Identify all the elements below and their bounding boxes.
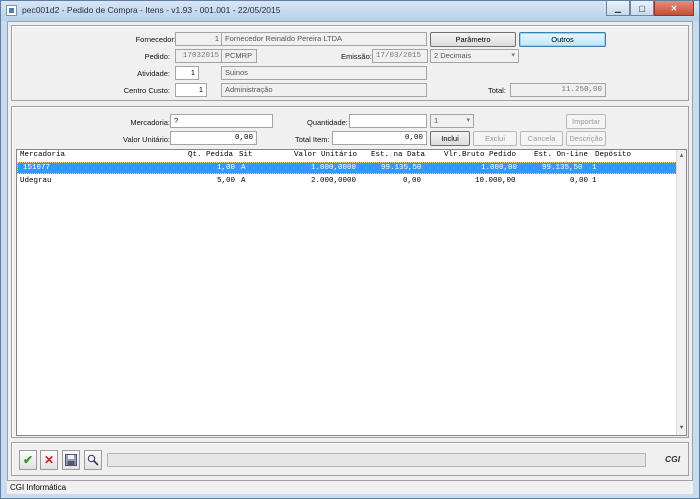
fornecedor-code-field[interactable]: 1 bbox=[175, 32, 223, 46]
cancela-button[interactable]: Cancela bbox=[520, 131, 563, 146]
cgi-logo: CGI bbox=[665, 454, 681, 464]
col-est-na-data[interactable]: Est. na Data bbox=[371, 151, 425, 159]
close-button[interactable]: ✕ bbox=[654, 1, 694, 16]
app-icon bbox=[6, 5, 17, 16]
scroll-up-icon[interactable]: ▲ bbox=[677, 151, 686, 161]
col-qt-pedida[interactable]: Qt. Pedida bbox=[188, 151, 233, 159]
x-icon: ✕ bbox=[43, 453, 55, 467]
cell-vlr-bruto: 1.000,00 bbox=[481, 164, 518, 172]
emissao-date-field[interactable]: 17/03/2015 bbox=[372, 49, 428, 63]
cell-qt-pedida: 1,00 bbox=[217, 164, 236, 172]
cell-mercadoria: 151077 bbox=[23, 164, 51, 172]
fornecedor-label: Fornecedor: bbox=[135, 35, 176, 44]
total-item-label: Total Item: bbox=[295, 135, 330, 144]
cell-valor-unitario: 2.000,0000 bbox=[311, 177, 357, 185]
atividade-name-field[interactable]: Suinos bbox=[221, 66, 427, 80]
centro-custo-name-field[interactable]: Administração bbox=[221, 83, 427, 97]
parametro-button[interactable]: Parâmetro bbox=[430, 32, 516, 47]
cell-sit: A bbox=[241, 164, 246, 172]
minimize-icon: ▁ bbox=[614, 3, 622, 13]
quantidade-input[interactable] bbox=[349, 114, 427, 128]
maximize-icon: ▢ bbox=[638, 3, 646, 13]
col-sit[interactable]: Sit bbox=[239, 151, 253, 159]
col-vlr-bruto[interactable]: Vlr.Bruto Pedido bbox=[444, 151, 516, 159]
cell-vlr-bruto: 10.000,00 bbox=[475, 177, 516, 185]
importar-button[interactable]: Importar bbox=[566, 114, 606, 129]
descricao-button[interactable]: Descrição bbox=[566, 131, 606, 146]
total-value-field: 11.250,00 bbox=[510, 83, 606, 97]
scroll-down-icon[interactable]: ▼ bbox=[677, 423, 686, 433]
emissao-label: Emissão: bbox=[341, 52, 372, 61]
window-title: pec001d2 - Pedido de Compra - Itens - v1… bbox=[22, 5, 281, 15]
pedido-number-field[interactable]: 17032015 bbox=[175, 49, 223, 63]
cell-mercadoria: Udegrau bbox=[20, 177, 52, 185]
valor-unitario-label: Valor Unitário: bbox=[123, 135, 170, 144]
status-bar: CGI Informática bbox=[7, 480, 693, 494]
cell-deposito: 1 bbox=[592, 164, 597, 172]
centro-custo-label: Centro Custo: bbox=[123, 86, 170, 95]
cell-est-na-data: 99.135,50 bbox=[381, 164, 422, 172]
check-icon: ✔ bbox=[22, 453, 34, 467]
grid-vertical-scrollbar[interactable]: ▲ ▼ bbox=[676, 150, 686, 435]
window-controls: ▁ ▢ ✕ bbox=[606, 1, 694, 16]
mercadoria-input[interactable]: ? bbox=[170, 114, 273, 128]
magnifier-icon bbox=[87, 454, 99, 466]
minimize-button[interactable]: ▁ bbox=[606, 1, 630, 16]
exclui-button[interactable]: Exclui bbox=[473, 131, 517, 146]
main-window: pec001d2 - Pedido de Compra - Itens - v1… bbox=[0, 0, 700, 499]
quantidade-label: Quantidade: bbox=[307, 118, 348, 127]
table-row[interactable]: Udegrau 5,00 A 2.000,0000 0,00 10.000,00… bbox=[17, 175, 677, 187]
col-mercadoria[interactable]: Mercadoria bbox=[20, 151, 65, 159]
quantity-unit-select[interactable]: 1 bbox=[430, 114, 474, 128]
total-item-input[interactable]: 0,00 bbox=[332, 131, 427, 145]
floppy-disk-icon bbox=[65, 454, 77, 466]
cell-valor-unitario: 1.000,0000 bbox=[311, 164, 357, 172]
cell-qt-pedida: 5,00 bbox=[217, 177, 236, 185]
centro-custo-code-field[interactable]: 1 bbox=[175, 83, 207, 97]
col-est-online[interactable]: Est. On-Line bbox=[534, 151, 588, 159]
bottom-toolbar: ✔ ✕ CGI bbox=[11, 442, 689, 476]
total-label: Total: bbox=[488, 86, 506, 95]
atividade-label: Atividade: bbox=[137, 69, 170, 78]
close-icon: ✕ bbox=[670, 3, 678, 13]
cancel-button[interactable]: ✕ bbox=[40, 450, 58, 470]
fornecedor-name-field[interactable]: Fornecedor Reinaldo Pereira LTDA bbox=[221, 32, 427, 46]
col-valor-unitario[interactable]: Valor Unitário bbox=[294, 151, 357, 159]
table-row[interactable]: 151077 1,00 A 1.000,0000 99.135,50 1.000… bbox=[17, 162, 677, 174]
cell-deposito: 1 bbox=[592, 177, 597, 185]
title-bar[interactable]: pec001d2 - Pedido de Compra - Itens - v1… bbox=[1, 1, 699, 21]
pedido-label: Pedido: bbox=[144, 52, 170, 61]
outros-button[interactable]: Outros bbox=[519, 32, 606, 47]
inclui-button[interactable]: Inclui bbox=[430, 131, 470, 146]
cell-sit: A bbox=[241, 177, 246, 185]
save-button[interactable] bbox=[62, 450, 80, 470]
cell-est-na-data: 0,00 bbox=[403, 177, 422, 185]
client-area: Fornecedor: 1 Fornecedor Reinaldo Pereir… bbox=[7, 21, 693, 493]
mercadoria-label: Mercadoria: bbox=[130, 118, 170, 127]
status-text: CGI Informática bbox=[10, 483, 67, 492]
progress-bar bbox=[107, 453, 646, 467]
atividade-code-field[interactable]: 1 bbox=[175, 66, 199, 80]
confirm-button[interactable]: ✔ bbox=[19, 450, 37, 470]
cell-est-online: 0,00 bbox=[570, 177, 589, 185]
col-deposito[interactable]: Depósito bbox=[595, 151, 631, 159]
maximize-button[interactable]: ▢ bbox=[630, 1, 654, 16]
items-grid[interactable]: Mercadoria Qt. Pedida Sit Valor Unitário… bbox=[16, 149, 687, 436]
grid-header: Mercadoria Qt. Pedida Sit Valor Unitário… bbox=[17, 150, 677, 161]
decimals-select[interactable]: 2 Decimais bbox=[430, 49, 519, 63]
search-button[interactable] bbox=[84, 450, 102, 470]
cell-est-online: 99.135,50 bbox=[542, 164, 583, 172]
valor-unitario-input[interactable]: 0,00 bbox=[170, 131, 257, 145]
pedido-type-field[interactable]: PCMRP bbox=[221, 49, 257, 63]
